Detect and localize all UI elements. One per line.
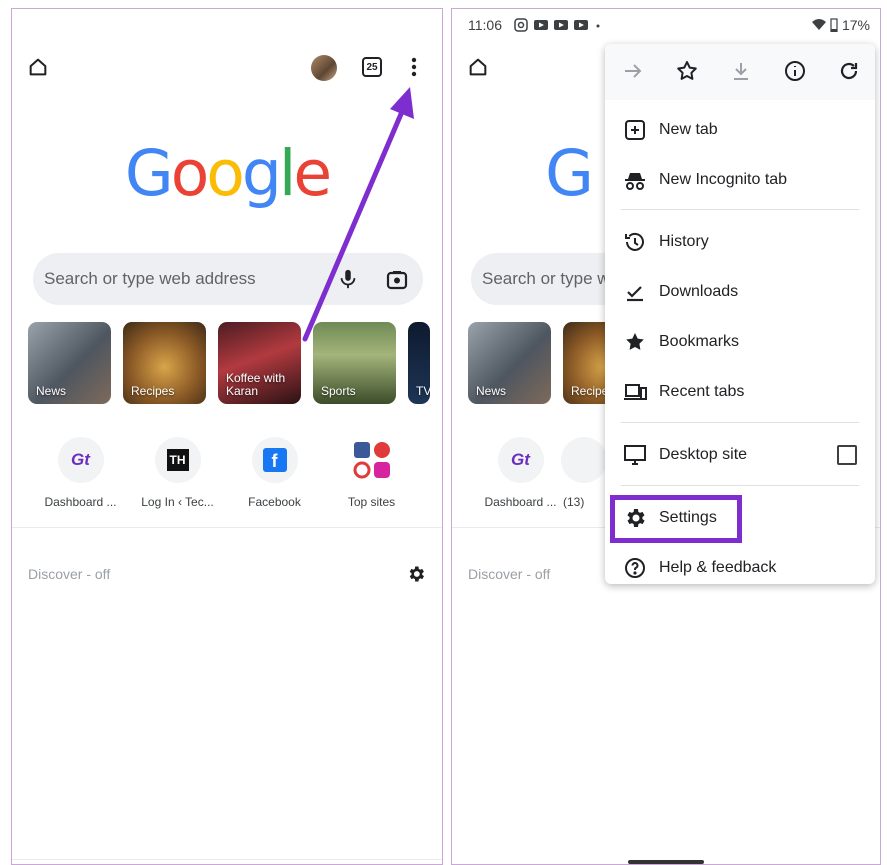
home-icon[interactable] bbox=[466, 55, 490, 79]
discover-label: Discover - off bbox=[28, 566, 111, 582]
wifi-icon bbox=[811, 19, 826, 30]
desktop-site-checkbox[interactable] bbox=[837, 445, 857, 465]
gesture-home-bar[interactable] bbox=[628, 860, 704, 864]
menu-separator bbox=[621, 209, 859, 210]
status-right: 17% bbox=[811, 17, 870, 33]
forward-icon[interactable] bbox=[621, 59, 645, 83]
notification-icons bbox=[514, 18, 608, 32]
incognito-icon bbox=[625, 173, 645, 190]
download-icon[interactable] bbox=[729, 59, 753, 83]
menu-item-label: Help & feedback bbox=[659, 559, 777, 576]
menu-separator bbox=[621, 485, 859, 486]
menu-item-new-tab[interactable]: New tab bbox=[605, 105, 875, 155]
menu-separator bbox=[621, 422, 859, 423]
youtube-icon bbox=[554, 20, 568, 30]
settings-highlight-box bbox=[610, 495, 742, 543]
shortcuts-row: Gt Dashboard ... TH Log In ‹ Tec... f Fa… bbox=[32, 437, 420, 509]
search-input[interactable]: Search or type w bbox=[482, 269, 610, 289]
help-icon bbox=[625, 558, 645, 578]
topic-card-news[interactable]: News bbox=[468, 322, 551, 404]
th-logo-icon: TH bbox=[166, 449, 189, 471]
shortcut-facebook[interactable]: f Facebook bbox=[226, 437, 323, 509]
menu-item-desktop-site[interactable]: Desktop site bbox=[605, 430, 875, 480]
shortcut-top-sites[interactable]: Top sites bbox=[323, 437, 420, 509]
menu-item-label: Recent tabs bbox=[659, 383, 745, 400]
shortcut-login-tec[interactable]: TH Log In ‹ Tec... bbox=[129, 437, 226, 509]
shortcut-dashboard[interactable]: Gt Dashboard ... bbox=[472, 437, 569, 509]
topic-label: News bbox=[476, 384, 507, 398]
shortcut-label: Facebook bbox=[248, 495, 301, 509]
menu-item-new-incognito-tab[interactable]: New Incognito tab bbox=[605, 155, 875, 205]
status-time: 11:06 bbox=[468, 17, 502, 33]
shortcut-label: Top sites bbox=[347, 495, 396, 509]
menu-item-recent-tabs[interactable]: Recent tabs bbox=[605, 367, 875, 417]
menu-item-label: New tab bbox=[659, 121, 718, 138]
divider bbox=[12, 527, 442, 528]
menu-item-label: Downloads bbox=[659, 283, 739, 300]
gt-logo-icon: Gt bbox=[511, 450, 530, 469]
menu-item-label: History bbox=[659, 233, 709, 250]
left-screenshot: 25 Google Search or type web address New… bbox=[11, 8, 443, 865]
menu-item-downloads[interactable]: Downloads bbox=[605, 267, 875, 317]
refresh-icon[interactable] bbox=[837, 59, 861, 83]
battery-percent: 17% bbox=[841, 17, 870, 33]
annotation-arrow bbox=[302, 87, 414, 342]
menu-item-history[interactable]: History bbox=[605, 217, 875, 267]
menu-item-bookmarks[interactable]: Bookmarks bbox=[605, 317, 875, 367]
overflow-menu: New tab New Incognito tab History Downlo… bbox=[605, 44, 875, 584]
history-icon bbox=[625, 232, 644, 251]
dot-icon bbox=[596, 24, 600, 28]
star-icon[interactable] bbox=[675, 59, 699, 83]
menu-toolbar bbox=[605, 44, 875, 100]
shortcut-label: Dashboard ... bbox=[484, 495, 557, 509]
battery-icon bbox=[830, 18, 838, 32]
downloads-icon bbox=[627, 286, 643, 302]
gear-icon[interactable] bbox=[406, 564, 426, 584]
bookmarks-icon bbox=[626, 333, 644, 350]
recent-tabs-icon bbox=[624, 384, 647, 400]
top-sites-icon bbox=[353, 442, 390, 479]
shortcut-label: Dashboard ... bbox=[44, 495, 117, 509]
menu-item-label: Bookmarks bbox=[659, 333, 740, 350]
new-tab-icon bbox=[625, 120, 645, 140]
menu-item-label: New Incognito tab bbox=[659, 171, 788, 188]
shortcut-dashboard[interactable]: Gt Dashboard ... bbox=[32, 437, 129, 509]
status-bar: 11:06 17% bbox=[468, 15, 870, 35]
desktop-icon bbox=[624, 445, 646, 465]
youtube-icon bbox=[574, 20, 588, 30]
facebook-icon: f bbox=[262, 448, 287, 472]
info-icon[interactable] bbox=[783, 59, 807, 83]
youtube-icon bbox=[534, 20, 548, 30]
menu-item-label: Desktop site bbox=[659, 446, 748, 463]
instagram-icon bbox=[514, 18, 528, 32]
topic-label: Recipe bbox=[571, 384, 609, 398]
divider bbox=[12, 859, 442, 860]
discover-label: Discover - off bbox=[468, 566, 551, 582]
gt-logo-icon: Gt bbox=[71, 450, 90, 469]
menu-item-help-feedback[interactable]: Help & feedback bbox=[605, 543, 875, 593]
right-screenshot: 11:06 17% G Search or type w News Recipe… bbox=[451, 8, 881, 865]
shortcut-label: Log In ‹ Tec... bbox=[141, 495, 214, 509]
